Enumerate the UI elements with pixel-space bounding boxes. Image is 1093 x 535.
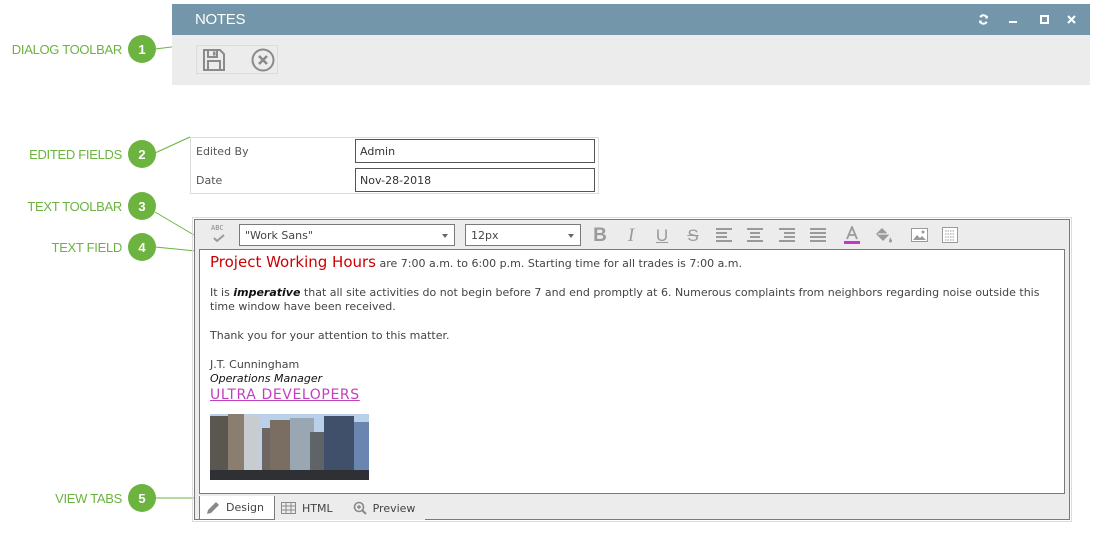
callout-label: EDITED FIELDS <box>29 146 122 162</box>
chevron-down-icon <box>568 234 574 238</box>
tab-html[interactable]: HTML <box>274 496 343 520</box>
paragraph-2-lead: It is <box>210 286 234 299</box>
strikethrough-button[interactable]: S <box>682 224 704 246</box>
dialog-title: NOTES <box>195 11 246 28</box>
align-right-button[interactable] <box>776 224 798 246</box>
content-paragraph-2: It is imperative that all site activitie… <box>210 286 1054 314</box>
callout-view-tabs: VIEW TABS 5 <box>0 484 156 512</box>
tab-design-label: Design <box>226 501 264 514</box>
table-icon <box>280 502 296 514</box>
dialog-toolbar <box>172 35 1090 85</box>
bold-button[interactable]: B <box>589 224 611 246</box>
justify-button[interactable] <box>807 224 829 246</box>
rich-text-editor: ABC "Work Sans" 12px B I U S Project Wor… <box>194 219 1070 520</box>
callout-label: TEXT FIELD <box>51 239 123 255</box>
callout-number: 2 <box>128 140 156 168</box>
underline-icon: U <box>655 225 669 245</box>
font-size-value: 12px <box>471 229 499 242</box>
minimize-icon[interactable] <box>1006 12 1020 26</box>
underline-button[interactable]: U <box>651 224 673 246</box>
spellcheck-label: ABC <box>211 224 224 232</box>
emphasized-word: imperative <box>233 286 301 299</box>
background-color-button[interactable] <box>873 224 895 246</box>
callout-number: 4 <box>128 233 156 261</box>
bold-icon: B <box>593 224 607 246</box>
align-left-button[interactable] <box>713 224 735 246</box>
content-line-1: Project Working Hours are 7:00 a.m. to 6… <box>210 255 1054 271</box>
align-right-icon <box>779 228 795 242</box>
callout-edited-fields: EDITED FIELDS 2 <box>0 140 156 168</box>
zoom-in-icon <box>353 501 367 515</box>
checkmark-icon <box>213 234 225 242</box>
skyline-image <box>210 414 369 480</box>
callout-label: TEXT TOOLBAR <box>27 198 122 214</box>
paint-bucket-icon <box>876 228 892 243</box>
dialog-title-bar: NOTES <box>172 4 1090 35</box>
paragraph-2-text: that all site activities do not begin be… <box>210 286 1040 313</box>
pencil-icon <box>206 501 220 515</box>
tab-preview[interactable]: Preview <box>342 496 426 520</box>
refresh-icon[interactable] <box>976 12 990 26</box>
font-size-select[interactable]: 12px <box>465 224 581 246</box>
company-link[interactable]: ULTRA DEVELOPERS <box>210 388 360 402</box>
content-paragraph-3: Thank you for your attention to this mat… <box>210 329 450 342</box>
spellcheck-button[interactable]: ABC <box>209 224 227 244</box>
cancel-icon <box>251 48 274 71</box>
date-field[interactable] <box>355 168 595 192</box>
text-toolbar: ABC "Work Sans" 12px B I U S <box>195 220 1069 249</box>
align-left-icon <box>716 228 732 242</box>
save-icon <box>202 48 225 71</box>
view-tabs: Design HTML Preview <box>199 496 426 520</box>
chevron-down-icon <box>442 234 448 238</box>
dialog-toolbar-group <box>196 45 278 74</box>
italic-button[interactable]: I <box>620 224 642 246</box>
callout-label: VIEW TABS <box>55 490 122 506</box>
strikethrough-icon: S <box>687 225 699 245</box>
insert-table-button[interactable] <box>939 224 961 246</box>
callout-text-toolbar: TEXT TOOLBAR 3 <box>0 192 156 220</box>
font-color-button[interactable] <box>841 224 863 246</box>
edited-fields-panel: Edited By Date <box>190 137 599 194</box>
close-icon[interactable] <box>1064 12 1078 26</box>
content-headline: Project Working Hours <box>210 253 376 271</box>
field-row-edited-by: Edited By <box>191 139 598 163</box>
callout-number: 3 <box>128 192 156 220</box>
table-icon <box>942 227 958 243</box>
image-icon <box>910 228 928 242</box>
cancel-button[interactable] <box>248 46 277 73</box>
tab-html-label: HTML <box>301 501 333 515</box>
callout-number: 1 <box>128 35 156 63</box>
text-field[interactable]: Project Working Hours are 7:00 a.m. to 6… <box>199 249 1065 494</box>
edited-by-label: Edited By <box>196 145 249 158</box>
font-family-value: "Work Sans" <box>245 229 313 242</box>
callout-number: 5 <box>128 484 156 512</box>
edited-by-field[interactable] <box>355 139 595 163</box>
align-center-button[interactable] <box>744 224 766 246</box>
font-family-select[interactable]: "Work Sans" <box>239 224 455 246</box>
justify-icon <box>810 228 826 242</box>
tab-preview-label: Preview <box>372 501 416 515</box>
font-color-icon <box>844 226 860 244</box>
signature-name: J.T. Cunningham <box>210 358 300 371</box>
callout-text-field: TEXT FIELD 4 <box>0 233 156 261</box>
save-button[interactable] <box>199 46 228 73</box>
signature-role: Operations Manager <box>210 372 323 385</box>
align-center-icon <box>747 228 763 242</box>
callout-label: DIALOG TOOLBAR <box>11 41 123 57</box>
maximize-icon[interactable] <box>1037 12 1051 26</box>
date-label: Date <box>196 174 223 187</box>
callout-dialog-toolbar: DIALOG TOOLBAR 1 <box>0 35 156 63</box>
content-line-1-text: are 7:00 a.m. to 6:00 p.m. Starting time… <box>375 257 743 270</box>
italic-icon: I <box>627 224 635 246</box>
skyline-graphic <box>210 414 369 480</box>
field-row-date: Date <box>191 168 598 192</box>
insert-image-button[interactable] <box>908 224 930 246</box>
tab-design[interactable]: Design <box>199 496 275 520</box>
